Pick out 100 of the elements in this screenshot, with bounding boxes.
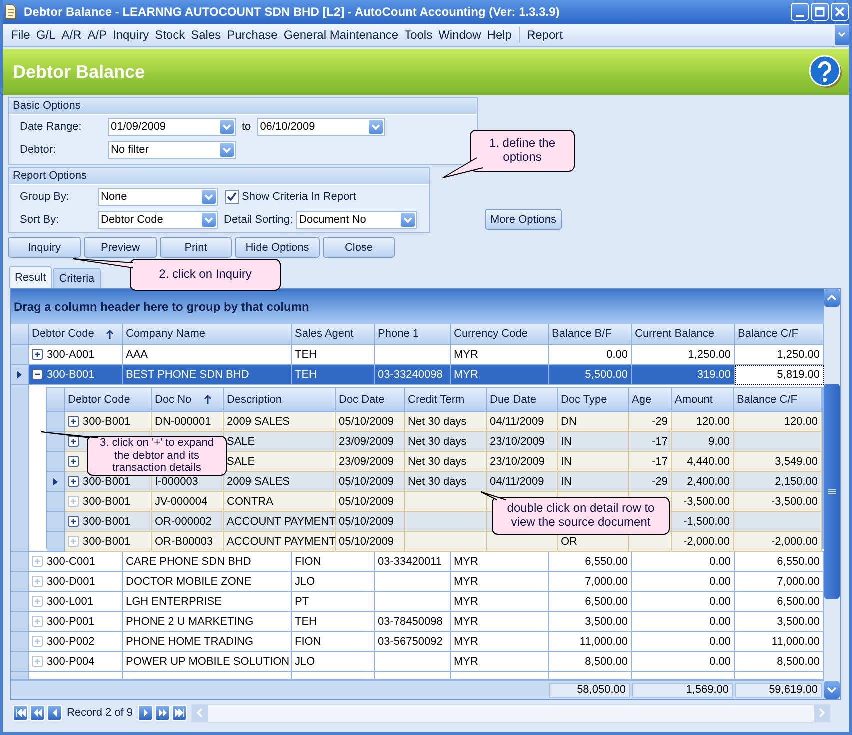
- column-header[interactable]: Phone 1: [375, 324, 451, 345]
- column-header[interactable]: Sales Agent: [292, 324, 375, 345]
- expand-toggle[interactable]: [32, 636, 43, 647]
- next-page-button[interactable]: [155, 705, 170, 721]
- grid-row[interactable]: 300-A001 AAA TEH MYR 0.00 1,250.00 1,250.00: [11, 345, 824, 365]
- maximize-button[interactable]: [811, 3, 829, 21]
- expand-toggle[interactable]: [68, 516, 79, 527]
- column-header[interactable]: Balance C/F: [734, 388, 822, 412]
- column-header[interactable]: Company Name: [123, 324, 292, 345]
- expand-toggle[interactable]: [68, 456, 79, 467]
- grid-row[interactable]: 300-P004 POWER UP MOBILE SOLUTION JLO MYR 8,500.00 0.00 8,500.00: [11, 652, 824, 672]
- column-header[interactable]: Doc Type: [558, 388, 629, 412]
- column-header[interactable]: Age: [629, 388, 672, 412]
- menu-item[interactable]: General Maintenance: [280, 28, 402, 42]
- detail-row[interactable]: 300-B001 I-000003 2009 SALES 05/10/2009 Net 30 days 04/11/2009 IN -29 2,400.00 2,150.00: [47, 472, 822, 492]
- column-header[interactable]: Currency Code: [451, 324, 549, 345]
- expand-toggle[interactable]: [32, 556, 43, 567]
- last-record-button[interactable]: [172, 705, 188, 721]
- action-button[interactable]: Inquiry: [8, 237, 81, 258]
- cell-text: 0.00: [710, 556, 731, 568]
- expand-toggle[interactable]: [68, 476, 79, 487]
- first-record-button[interactable]: [13, 705, 28, 721]
- action-button[interactable]: Print: [160, 237, 232, 258]
- close-button[interactable]: [831, 3, 849, 21]
- date-field[interactable]: 06/10/2009: [257, 118, 386, 136]
- grid-row[interactable]: 300-L001 LGH ENTERPRISE PT MYR 6,500.00 0.00 6,500.00: [11, 592, 824, 612]
- cell-text: TEH: [295, 616, 317, 628]
- scroll-down-button[interactable]: [824, 681, 840, 699]
- scroll-thumb[interactable]: [824, 384, 840, 599]
- minimize-button[interactable]: [791, 3, 809, 21]
- cell-text: 5,500.00: [585, 368, 628, 380]
- next-record-button[interactable]: [138, 705, 154, 721]
- column-header[interactable]: Description: [224, 388, 336, 412]
- checkbox-label[interactable]: Show Criteria In Report: [242, 191, 356, 203]
- expand-toggle[interactable]: [32, 576, 43, 587]
- menu-item[interactable]: File: [8, 28, 34, 42]
- menu-item[interactable]: Purchase: [224, 28, 281, 42]
- column-header[interactable]: Doc No: [152, 388, 224, 412]
- menu-item[interactable]: Help: [484, 28, 515, 42]
- action-button[interactable]: Hide Options: [235, 237, 320, 258]
- plus-icon: [33, 577, 42, 586]
- detail-sorting-dropdown[interactable]: Document No: [296, 211, 418, 229]
- expand-toggle[interactable]: [68, 416, 79, 427]
- detail-row[interactable]: 300-B001 DN-000001 2009 SALES 05/10/2009 Net 30 days 04/11/2009 DN -29 120.00 120.00: [47, 412, 822, 432]
- expand-toggle[interactable]: [68, 436, 79, 447]
- column-header[interactable]: Current Balance: [632, 324, 735, 345]
- menu-item[interactable]: Inquiry: [110, 28, 152, 42]
- action-button[interactable]: Close: [323, 237, 395, 258]
- menu-item[interactable]: Stock: [152, 28, 188, 42]
- group-by-dropdown[interactable]: None: [98, 188, 218, 206]
- help-icon[interactable]: [809, 55, 843, 89]
- vertical-scrollbar[interactable]: [824, 289, 840, 699]
- grid-row[interactable]: 300-D001 DOCTOR MOBILE ZONE JLO MYR 7,000.00 0.00 7,000.00: [11, 572, 824, 592]
- row-indicator[interactable]: [47, 432, 65, 452]
- previous-record-button[interactable]: [47, 705, 62, 721]
- column-header[interactable]: Due Date: [487, 388, 558, 412]
- menu-item[interactable]: A/R: [58, 28, 85, 42]
- menu-overflow-button[interactable]: [835, 25, 849, 45]
- expand-toggle[interactable]: [32, 616, 43, 627]
- grid-row[interactable]: [11, 672, 824, 680]
- debtor-dropdown[interactable]: No filter: [108, 141, 236, 159]
- grid-row[interactable]: 300-P001 PHONE 2 U MARKETING TEH 03-78450098 MYR 3,500.00 0.00 3,500.00: [11, 612, 824, 632]
- menu-item[interactable]: A/P: [84, 28, 110, 42]
- menu-item[interactable]: G/L: [33, 28, 59, 42]
- sort-by-dropdown[interactable]: Debtor Code: [98, 211, 218, 229]
- cell-text: 11,000.00: [580, 636, 628, 648]
- cell-text: FION: [295, 556, 322, 568]
- column-header[interactable]: Debtor Code: [29, 324, 123, 345]
- column-header[interactable]: Balance B/F: [549, 324, 632, 345]
- menu-item[interactable]: Tools: [402, 28, 436, 42]
- row-indicator[interactable]: [47, 472, 65, 492]
- menu-item[interactable]: Window: [436, 28, 484, 42]
- column-header[interactable]: Doc Date: [336, 388, 405, 412]
- detail-row[interactable]: 300-B001 OR-B00003 ACCOUNT PAYMENT 05/10/2009 OR -2,000.00 -2,000.00: [47, 532, 822, 552]
- grid-row[interactable]: 300-B001 BEST PHONE SDN BHD TEH 03-33240098 MYR 5,500.00 319.00 5,819.00: [11, 365, 824, 385]
- grid-row[interactable]: 300-C001 CARE PHONE SDN BHD FION 03-33420011 MYR 6,550.00 0.00 6,550.00: [11, 552, 824, 572]
- date-field[interactable]: 01/09/2009: [108, 118, 236, 136]
- checkbox[interactable]: [225, 190, 239, 204]
- cell-text: 120.00: [696, 416, 730, 428]
- column-header[interactable]: Amount: [672, 388, 734, 412]
- expand-toggle[interactable]: [32, 349, 43, 360]
- expand-toggle[interactable]: [32, 369, 43, 380]
- action-button[interactable]: Preview: [84, 237, 157, 258]
- expand-toggle[interactable]: [32, 596, 43, 607]
- grid-row[interactable]: 300-P002 PHONE HOME TRADING FION 03-56750092 MYR 11,000.00 0.00 11,000.00: [11, 632, 824, 652]
- more-options-button[interactable]: More Options: [485, 209, 562, 230]
- row-indicator[interactable]: [11, 365, 29, 385]
- menu-item[interactable]: Sales: [188, 28, 224, 42]
- column-header[interactable]: Credit Term: [405, 388, 487, 412]
- previous-page-button[interactable]: [30, 705, 45, 721]
- callout-tooltip: double click on detail row to view the source document: [492, 497, 670, 535]
- tab[interactable]: Criteria: [53, 268, 101, 288]
- expand-toggle[interactable]: [68, 496, 79, 507]
- scroll-up-button[interactable]: [824, 289, 840, 307]
- tab[interactable]: Result: [9, 266, 52, 288]
- column-header[interactable]: Balance C/F: [735, 324, 824, 345]
- expand-toggle[interactable]: [32, 656, 43, 667]
- expand-toggle[interactable]: [68, 536, 79, 547]
- menu-item[interactable]: Report: [524, 28, 566, 42]
- column-header[interactable]: Debtor Code: [65, 388, 152, 412]
